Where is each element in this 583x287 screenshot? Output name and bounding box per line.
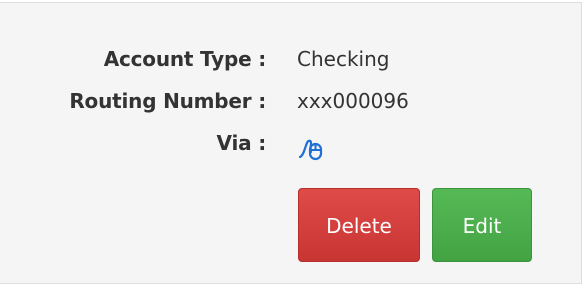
delete-button[interactable]: Delete (298, 188, 420, 262)
routing-number-label: Routing Number : (69, 89, 266, 113)
routing-number-row: Routing Number : xxx000096 (0, 86, 582, 116)
edit-button[interactable]: Edit (432, 188, 532, 262)
account-details-panel: Account Type : Checking Routing Number :… (0, 0, 582, 287)
via-row: Via : (0, 128, 582, 158)
account-type-value: Checking (297, 47, 390, 71)
account-type-label: Account Type : (103, 47, 266, 71)
account-details-card: Account Type : Checking Routing Number :… (0, 2, 582, 284)
account-type-row: Account Type : Checking (0, 44, 582, 74)
via-label: Via : (216, 131, 267, 155)
mouse-pointer-icon (298, 137, 328, 161)
routing-number-value: xxx000096 (297, 89, 409, 113)
